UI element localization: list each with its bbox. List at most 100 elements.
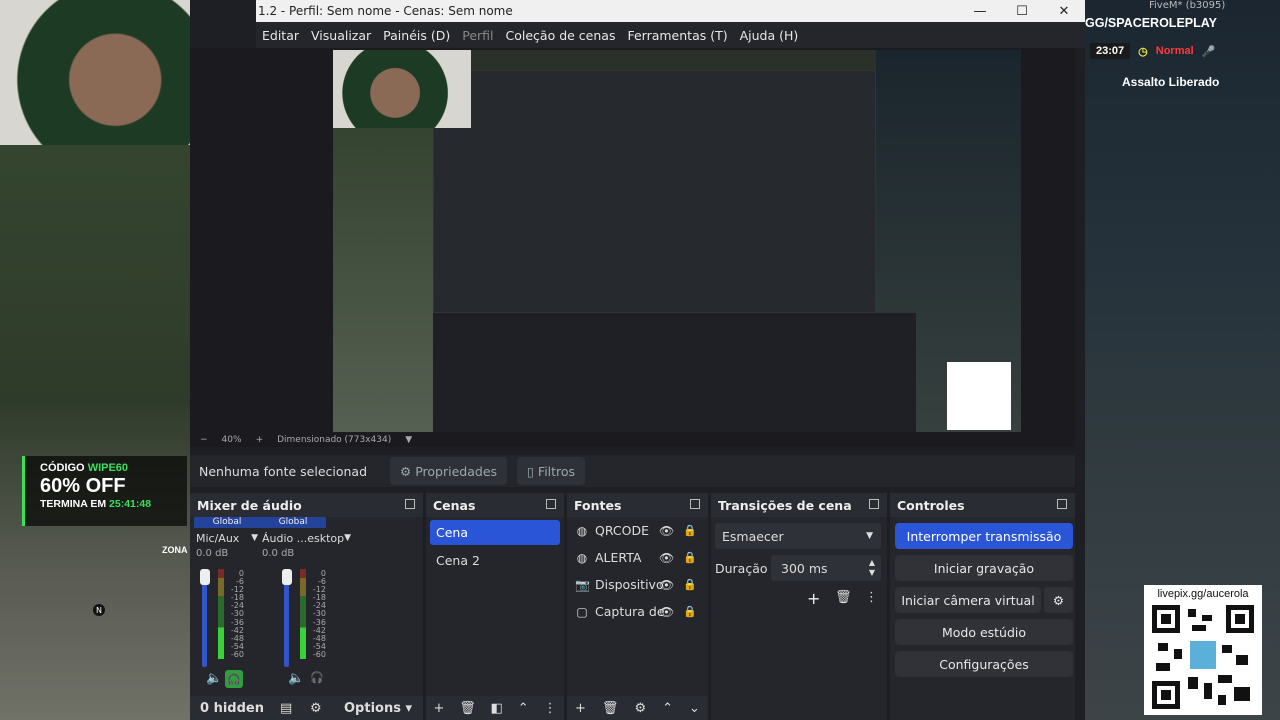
volume-fader-desktop[interactable]	[284, 575, 289, 667]
trash-icon[interactable]: 🗑	[602, 701, 619, 716]
window-capture-icon: ▢	[576, 604, 588, 619]
scenes-title-text: Cenas	[433, 497, 476, 513]
headphones-muted-icon[interactable]: 🎧	[310, 671, 324, 684]
compass-north: N	[93, 604, 105, 616]
spin-icon[interactable]: ▲ ▼	[869, 558, 875, 578]
options-button[interactable]: Options ▾	[338, 701, 412, 716]
duration-field[interactable]: 300 ms ▲ ▼	[771, 555, 881, 581]
menu-paineis[interactable]: Painéis (D)	[377, 28, 456, 43]
settings-button[interactable]: Configurações	[895, 651, 1073, 677]
lock-icon[interactable]: 🔒	[683, 578, 697, 591]
menu-ajuda[interactable]: Ajuda (H)	[734, 28, 805, 43]
transition-select[interactable]: Esmaecer ▼	[715, 523, 881, 549]
source-item[interactable]: ▢ Captura de 👁 🔒	[567, 598, 708, 625]
menu-editar[interactable]: Editar	[256, 28, 305, 43]
trash-icon[interactable]: 🗑	[459, 701, 476, 716]
window-controls: — ☐ ✕	[959, 0, 1085, 22]
scale-tick: -60	[312, 649, 326, 659]
title-bar: 1.2 - Perfil: Sem nome - Cenas: Sem nome…	[256, 0, 1085, 22]
eye-icon[interactable]: 👁	[659, 524, 674, 538]
game-background-left	[0, 140, 192, 720]
scenes-dock: Cenas Cena Cena 2 + 🗑 ◧ ⌃ ⋮	[426, 493, 564, 720]
zoom-in-icon[interactable]: +	[256, 435, 264, 445]
eye-icon[interactable]: 👁	[659, 578, 674, 592]
canvas-webcam	[333, 50, 471, 128]
eye-icon[interactable]: 👁	[659, 605, 674, 619]
preview-canvas[interactable]	[333, 50, 1021, 432]
undock-icon[interactable]	[546, 499, 556, 509]
browser-icon: ◍	[576, 523, 588, 538]
qr-code-image	[1152, 605, 1254, 709]
channel-name[interactable]: Áudio ...esktop ▼	[260, 528, 351, 548]
chevron-down-icon[interactable]: ⌄	[689, 701, 700, 716]
chevron-up-icon[interactable]: ⌃	[662, 701, 673, 716]
preview-size: Dimensionado (773x434)	[277, 435, 392, 445]
channel-name[interactable]: Mic/Aux ▼	[194, 528, 260, 548]
filter-icon[interactable]: ◧	[491, 701, 503, 716]
speaker-icon[interactable]: 🔈	[206, 671, 222, 686]
fader-handle-desktop[interactable]	[282, 569, 292, 585]
camera-icon: 📷	[575, 577, 590, 592]
lock-icon[interactable]: 🔒	[683, 551, 697, 564]
add-icon[interactable]: +	[807, 589, 820, 608]
menu-perfil[interactable]: Perfil	[456, 28, 499, 43]
scene-item[interactable]: Cena 2	[430, 548, 560, 573]
filters-label: Filtros	[537, 463, 576, 479]
canvas-qr-image	[947, 362, 1011, 430]
no-source-label: Nenhuma fonte selecionad	[199, 463, 368, 479]
mixer-title: Mixer de áudio	[190, 493, 423, 517]
menu-colecao-cenas[interactable]: Coleção de cenas	[500, 28, 622, 43]
fader-handle-mic[interactable]	[200, 569, 210, 585]
size-dropdown-icon[interactable]: ▼	[405, 435, 412, 445]
stop-stream-button[interactable]: Interromper transmissão	[895, 523, 1073, 549]
qr-code-panel: livepix.gg/aucerola	[1144, 585, 1262, 715]
undock-icon[interactable]	[1057, 499, 1067, 509]
properties-button[interactable]: ⚙ Propriedades	[390, 457, 508, 485]
channel-menu-icon[interactable]: ▼	[251, 533, 258, 543]
controls-title-text: Controles	[897, 497, 965, 513]
undock-icon[interactable]	[869, 499, 879, 509]
lock-icon[interactable]: 🔒	[683, 524, 697, 537]
source-label: Dispositivo	[595, 577, 664, 592]
channel-menu-icon[interactable]: ▼	[344, 533, 351, 543]
virtual-camera-button[interactable]: Iniciar câmera virtual	[895, 587, 1041, 613]
virtual-camera-settings-icon[interactable]: ⚙	[1044, 587, 1073, 613]
filter-icon: ▯	[527, 463, 534, 479]
mixer-title-text: Mixer de áudio	[197, 497, 302, 513]
mixer-settings-icon[interactable]: ⚙	[310, 701, 338, 716]
maximize-icon[interactable]: ☐	[1001, 0, 1043, 22]
source-item[interactable]: ◍ QRCODE 👁 🔒	[567, 517, 708, 544]
trash-icon[interactable]: 🗑	[835, 590, 852, 605]
studio-mode-button[interactable]: Modo estúdio	[895, 619, 1073, 645]
undock-icon[interactable]	[405, 499, 415, 509]
volume-fader-mic[interactable]	[202, 575, 207, 667]
minimize-icon[interactable]: —	[959, 0, 1001, 22]
gear-icon[interactable]: ⚙	[634, 701, 646, 716]
filters-button[interactable]: ▯ Filtros	[517, 457, 586, 485]
undock-icon[interactable]	[690, 499, 700, 509]
more-icon[interactable]: ⋮	[865, 590, 878, 605]
scene-item[interactable]: Cena	[430, 520, 560, 545]
promo-code-line: CÓDIGO WIPE60	[40, 462, 187, 474]
add-icon[interactable]: +	[575, 701, 586, 716]
docks-row: Mixer de áudio Global Mic/Aux ▼ 0.0 dB Gl…	[190, 493, 1085, 720]
start-recording-button[interactable]: Iniciar gravação	[895, 555, 1073, 581]
source-item[interactable]: 📷 Dispositivo 👁 🔒	[567, 571, 708, 598]
source-toolbar: Nenhuma fonte selecionad ⚙ Propriedades …	[190, 455, 1075, 487]
source-item[interactable]: ◍ ALERTA 👁 🔒	[567, 544, 708, 571]
lock-icon[interactable]: 🔒	[683, 605, 697, 618]
preview-area[interactable]	[190, 48, 1075, 433]
properties-label: Propriedades	[415, 463, 498, 479]
headphones-icon[interactable]: 🎧	[225, 670, 243, 688]
zoom-out-icon[interactable]: −	[200, 435, 208, 445]
close-icon[interactable]: ✕	[1043, 0, 1085, 22]
add-icon[interactable]: +	[433, 701, 444, 716]
eye-icon[interactable]: 👁	[659, 551, 674, 565]
chevron-up-icon[interactable]: ⌃	[518, 701, 529, 716]
more-icon[interactable]: ⋮	[544, 701, 557, 716]
menu-visualizar[interactable]: Visualizar	[305, 28, 377, 43]
speaker-icon[interactable]: 🔈	[288, 671, 304, 686]
mixer-layout-icon[interactable]: ▤	[280, 701, 310, 716]
qr-url: livepix.gg/aucerola	[1157, 588, 1249, 600]
menu-ferramentas[interactable]: Ferramentas (T)	[621, 28, 733, 43]
